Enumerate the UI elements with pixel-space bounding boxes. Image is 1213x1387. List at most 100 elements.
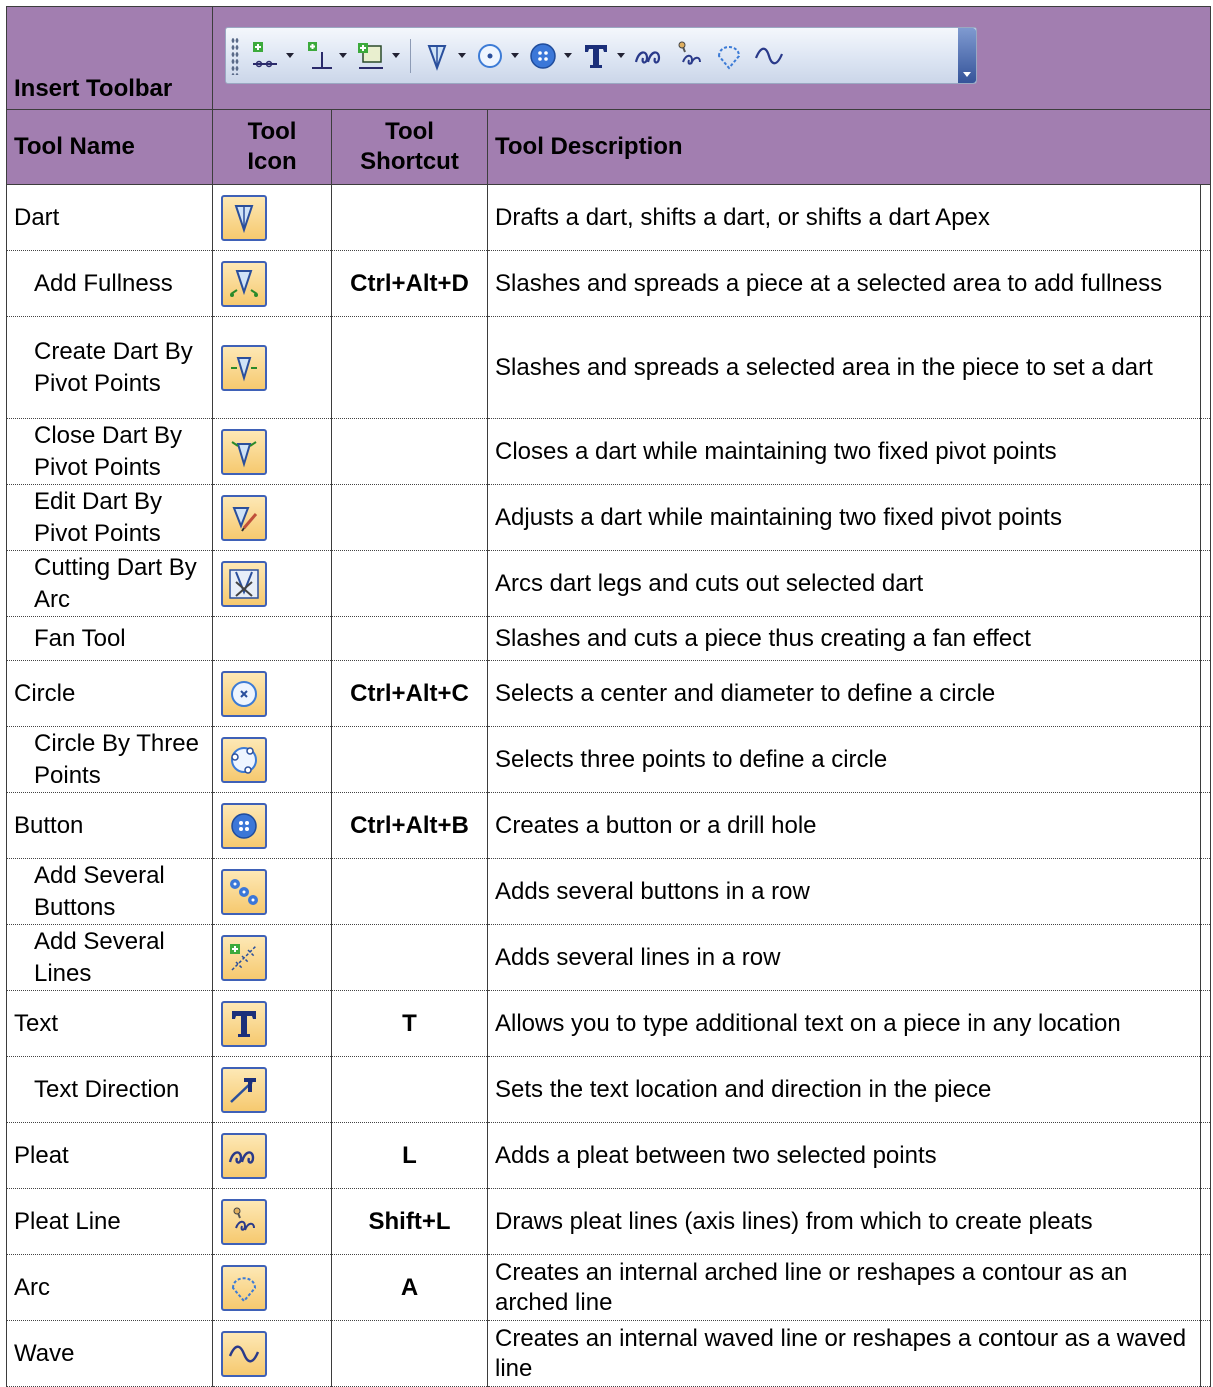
toolbar-options-button[interactable] (958, 28, 976, 83)
header-tool-shortcut-line1: Tool (385, 118, 434, 145)
tool-description: Adds a pleat between two selected points (486, 1122, 1212, 1190)
tool-name: Add Several Lines (6, 924, 213, 991)
tool-shortcut (331, 858, 488, 925)
tool-description: Creates an internal waved line or reshap… (486, 1320, 1212, 1387)
chevron-down-icon (617, 53, 625, 58)
copy-piece-tool-button[interactable] (355, 40, 400, 72)
tool-icon-cell (212, 990, 332, 1057)
tool-name: Create Dart By Pivot Points (6, 316, 213, 419)
perpendicular-tool-button[interactable] (302, 40, 347, 72)
arc-icon (717, 45, 741, 70)
tool-icon-cell (212, 1056, 332, 1123)
tool-name: Cutting Dart By Arc (6, 550, 213, 617)
chevron-down-icon (458, 53, 466, 58)
add-point-tool-button[interactable] (249, 40, 294, 72)
tool-name: Close Dart By Pivot Points (6, 418, 213, 485)
tool-icon-cell (212, 1320, 332, 1387)
tool-shortcut (331, 316, 488, 419)
circle-icon (478, 43, 502, 68)
toolbar-grip[interactable] (231, 36, 239, 75)
toolbar-title: Insert Toolbar (6, 6, 213, 110)
tool-icon-cell (212, 924, 332, 991)
header-tool-icon: Tool Icon (212, 109, 332, 185)
button-tool-button[interactable] (527, 40, 572, 72)
table-row: Text Direction Sets the text location an… (6, 1056, 1212, 1124)
tool-shortcut (331, 924, 488, 991)
table-row: Circle Ctrl+Alt+C Selects a center and d… (6, 660, 1212, 728)
tool-shortcut (331, 484, 488, 551)
text-icon (221, 1000, 267, 1047)
button-icon (221, 802, 267, 849)
text-icon (585, 44, 607, 68)
wave-icon (221, 1330, 267, 1377)
table-row: Add Several Buttons Adds several buttons… (6, 858, 1212, 926)
close-dart-pivot-icon (221, 428, 267, 475)
tool-name: Edit Dart By Pivot Points (6, 484, 213, 551)
cutting-dart-arc-icon (221, 560, 267, 607)
table-row: Create Dart By Pivot Points Slashes and … (6, 316, 1212, 420)
tool-shortcut: Shift+L (331, 1188, 488, 1255)
create-dart-pivot-icon (221, 344, 267, 391)
tool-name: Button (6, 792, 213, 859)
toolbar-preview-cell (211, 6, 1212, 110)
wave-icon (754, 47, 784, 64)
tool-icon-cell (212, 616, 332, 661)
dart-icon (221, 194, 267, 241)
text-tool-button[interactable] (580, 40, 625, 72)
tool-shortcut: Ctrl+Alt+D (331, 250, 488, 317)
add-several-lines-icon (221, 934, 267, 981)
table-row: Pleat L Adds a pleat between two selecte… (6, 1122, 1212, 1190)
tool-icon-cell (212, 726, 332, 793)
circle-tool-button[interactable] (474, 40, 519, 72)
tool-icon-cell (212, 1122, 332, 1189)
tool-icon-cell (212, 550, 332, 617)
table-row: Dart Drafts a dart, shifts a dart, or sh… (6, 184, 1212, 252)
table-row: Arc A Creates an internal arched line or… (6, 1254, 1212, 1322)
tool-description: Allows you to type additional text on a … (486, 990, 1212, 1058)
tool-description: Adjusts a dart while maintaining two fix… (486, 484, 1212, 552)
header-tool-shortcut-line2: Shortcut (360, 148, 459, 175)
tool-icon-cell (212, 660, 332, 727)
table-row: Fan Tool Slashes and cuts a piece thus c… (6, 616, 1212, 662)
tool-shortcut: Ctrl+Alt+B (331, 792, 488, 859)
header-tool-shortcut: Tool Shortcut (331, 109, 488, 185)
pleat-tool-button[interactable] (633, 40, 665, 72)
column-headers: Tool Name Tool Icon Tool Shortcut Tool Des… (6, 109, 1212, 185)
tool-description: Slashes and cuts a piece thus creating a… (486, 616, 1212, 662)
tool-name: Text (6, 990, 213, 1057)
table-row: Wave Creates an internal waved line or r… (6, 1320, 1212, 1387)
tool-description: Slashes and spreads a selected area in t… (486, 316, 1212, 420)
tool-name: Pleat Line (6, 1188, 213, 1255)
table-row: Close Dart By Pivot Points Closes a dart… (6, 418, 1212, 486)
table-row: Pleat Line Shift+L Draws pleat lines (ax… (6, 1188, 1212, 1256)
tool-icon-cell (212, 418, 332, 485)
dart-icon (427, 44, 447, 71)
tool-shortcut: L (331, 1122, 488, 1189)
pleat-line-tool-button[interactable] (673, 40, 705, 72)
insert-toolbar (225, 27, 977, 84)
tool-shortcut (331, 550, 488, 617)
tool-description: Adds several lines in a row (486, 924, 1212, 992)
table-row: Add Fullness Ctrl+Alt+D Slashes and spre… (6, 250, 1212, 318)
tool-description: Selects three points to define a circle (486, 726, 1212, 794)
tool-icon-cell (212, 1188, 332, 1255)
dart-tool-button[interactable] (421, 40, 466, 72)
tool-shortcut: T (331, 990, 488, 1057)
tool-icon-cell (212, 250, 332, 317)
tool-name: Pleat (6, 1122, 213, 1189)
tool-shortcut: Ctrl+Alt+C (331, 660, 488, 727)
chevron-down-icon (339, 53, 347, 58)
insert-toolbar-reference: Insert Toolbar Tool Name Tool Icon Tool … (0, 0, 1213, 1387)
wave-tool-button[interactable] (753, 40, 785, 72)
table-row: Circle By Three Points Selects three poi… (6, 726, 1212, 794)
tool-shortcut (331, 1320, 488, 1387)
tool-description: Closes a dart while maintaining two fixe… (486, 418, 1212, 486)
table-row: Button Ctrl+Alt+B Creates a button or a … (6, 792, 1212, 860)
add-fullness-icon (221, 260, 267, 307)
tool-icon-cell (212, 484, 332, 551)
add-several-buttons-icon (221, 868, 267, 915)
pleat-icon (634, 50, 661, 64)
header-tool-icon-line1: Tool (247, 118, 297, 145)
arc-tool-button[interactable] (713, 40, 745, 72)
circle-three-points-icon (221, 736, 267, 783)
